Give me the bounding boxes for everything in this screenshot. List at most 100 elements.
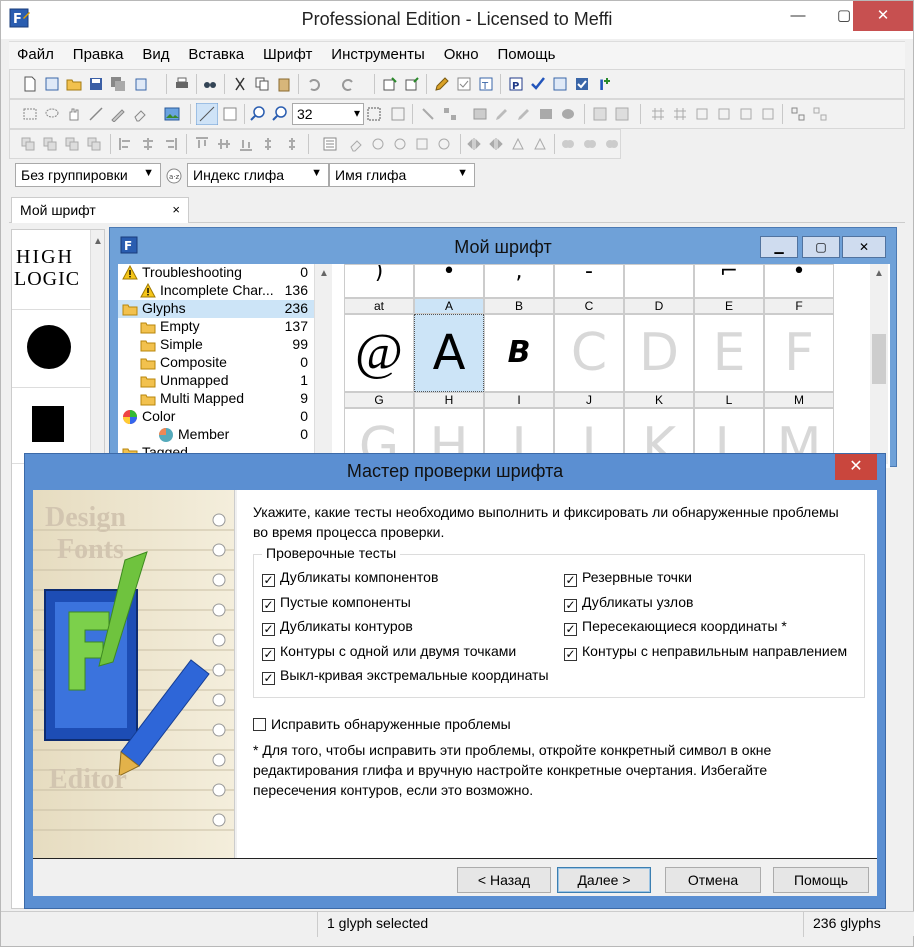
new-file-icon[interactable]	[22, 76, 38, 92]
zoom-in-icon[interactable]	[250, 106, 266, 122]
test-checkbox[interactable]: ✓ Дубликаты компонентов	[262, 569, 438, 587]
test-checkbox[interactable]: ✓ Резервные точки	[564, 569, 692, 587]
tree-item[interactable]: Troubleshooting 0	[118, 264, 314, 282]
align-left-icon[interactable]	[118, 136, 134, 152]
glyph-cell[interactable]	[624, 264, 694, 298]
glyph-cell[interactable]: E	[694, 314, 764, 392]
glyph-grid-scrollbar[interactable]: ▲	[870, 264, 888, 464]
save-all-icon[interactable]	[110, 76, 126, 92]
intersect-icon[interactable]	[582, 136, 598, 152]
glyph-index-select[interactable]: Индекс глифа ▼	[187, 163, 329, 187]
snap-icon[interactable]	[672, 106, 688, 122]
stamp-icon[interactable]	[436, 136, 452, 152]
select-rect-icon[interactable]	[22, 106, 38, 122]
bring-front-icon[interactable]	[64, 136, 80, 152]
grid-select-icon[interactable]	[366, 106, 382, 122]
edit-pen-icon[interactable]	[434, 76, 450, 92]
eraser-icon[interactable]	[132, 106, 148, 122]
test-checkbox[interactable]: ✓ Контуры с одной или двумя точками	[262, 643, 516, 661]
pencil-tool-icon[interactable]	[516, 106, 532, 122]
back-tool-icon[interactable]	[592, 106, 608, 122]
measure-icon[interactable]	[88, 106, 104, 122]
handles-icon[interactable]	[694, 106, 710, 122]
help-button[interactable]: Помощь	[773, 867, 869, 893]
preview-icon[interactable]	[552, 76, 568, 92]
redo-icon[interactable]	[340, 76, 356, 92]
glyph-cell[interactable]: D	[624, 314, 694, 392]
tree-item[interactable]: Glyphs 236	[118, 300, 314, 318]
image-icon[interactable]	[164, 106, 180, 122]
grouping-select[interactable]: Без группировки ▼	[15, 163, 161, 187]
copy-icon[interactable]	[254, 76, 270, 92]
glyph-cell[interactable]: A	[414, 314, 484, 392]
font-check-icon[interactable]	[574, 76, 590, 92]
new-font-icon[interactable]	[44, 76, 60, 92]
picture-icon[interactable]	[472, 106, 488, 122]
group-icon[interactable]	[20, 136, 36, 152]
tree-item[interactable]: Multi Mapped 9	[118, 390, 314, 408]
align-top-icon[interactable]	[194, 136, 210, 152]
rotate-icon[interactable]	[510, 136, 526, 152]
find-icon[interactable]	[202, 76, 218, 92]
tree-item[interactable]: Composite 0	[118, 354, 314, 372]
menu-window[interactable]: Окно	[436, 42, 486, 63]
menu-edit[interactable]: Правка	[65, 42, 131, 63]
cut-icon[interactable]	[232, 76, 248, 92]
test-checkbox[interactable]: ✓ Дубликаты контуров	[262, 618, 413, 636]
align-middle-icon[interactable]	[216, 136, 232, 152]
grid-icon[interactable]	[390, 106, 406, 122]
glyph-name-select[interactable]: Имя глифа ▼	[329, 163, 475, 187]
tree-scrollbar[interactable]: ▲	[314, 264, 332, 464]
font-window-minimize-button[interactable]: ▁	[760, 236, 798, 258]
validate-icon[interactable]	[456, 76, 472, 92]
lasso-icon[interactable]	[44, 106, 60, 122]
flip-v-icon[interactable]	[488, 136, 504, 152]
percent-active-icon[interactable]	[196, 103, 218, 125]
glyph-cell[interactable]: F	[764, 314, 834, 392]
minimize-button[interactable]: —	[775, 1, 821, 31]
fix-problems-checkbox[interactable]: Исправить обнаруженные проблемы	[253, 716, 511, 732]
align-center-icon[interactable]	[140, 136, 156, 152]
align-right-icon[interactable]	[162, 136, 178, 152]
layout-icon[interactable]	[322, 136, 338, 152]
ellipse-tool-icon[interactable]	[560, 106, 576, 122]
eraser-small-icon[interactable]	[348, 136, 364, 152]
test-checkbox[interactable]: ✓ Выкл-кривая экстремальные координаты	[262, 667, 549, 685]
undo-icon[interactable]	[306, 76, 322, 92]
transform-icon[interactable]	[738, 106, 754, 122]
glyph-cell[interactable]: ‐	[554, 264, 624, 298]
back-button[interactable]: < Назад	[457, 867, 551, 893]
glyph-cell[interactable]: ⌐	[694, 264, 764, 298]
tab-close-icon[interactable]: ×	[172, 202, 180, 217]
menu-font[interactable]: Шрифт	[255, 42, 319, 63]
test-checkbox[interactable]: ✓ Дубликаты узлов	[564, 594, 693, 612]
knife-icon[interactable]	[110, 106, 126, 122]
test-checkbox[interactable]: ✓ Пересекающиеся координаты *	[564, 618, 787, 636]
tree-item[interactable]: Unmapped 1	[118, 372, 314, 390]
font-window-maximize-button[interactable]: ▢	[802, 236, 840, 258]
hand-icon[interactable]	[66, 106, 82, 122]
font-window-close-button[interactable]: ✕	[842, 236, 886, 258]
import-glyph-icon[interactable]	[404, 76, 420, 92]
properties-icon[interactable]: P	[508, 76, 524, 92]
zoom-out-icon[interactable]	[272, 106, 288, 122]
pen-tool-icon[interactable]	[494, 106, 510, 122]
print-icon[interactable]	[174, 76, 190, 92]
union-icon[interactable]	[560, 136, 576, 152]
bounds-icon[interactable]	[716, 106, 732, 122]
distribute-h-icon[interactable]	[284, 136, 300, 152]
send-back-icon[interactable]	[86, 136, 102, 152]
zoom-combo[interactable]: 32 ▾	[292, 103, 364, 125]
tree-item[interactable]: Member 0	[118, 426, 314, 444]
glyph-cell[interactable]: C	[554, 314, 624, 392]
export-icon[interactable]	[134, 76, 150, 92]
tree-item[interactable]: Simple 99	[118, 336, 314, 354]
disconnect-icon[interactable]	[812, 106, 828, 122]
connect-icon[interactable]	[790, 106, 806, 122]
rectangle-tool-icon[interactable]	[538, 106, 554, 122]
fit-icon[interactable]	[222, 106, 238, 122]
glyph-cell[interactable]: @	[344, 314, 414, 392]
next-button[interactable]: Далее >	[557, 867, 651, 893]
menu-tools[interactable]: Инструменты	[323, 42, 432, 63]
test-checkbox[interactable]: ✓ Пустые компоненты	[262, 594, 411, 612]
